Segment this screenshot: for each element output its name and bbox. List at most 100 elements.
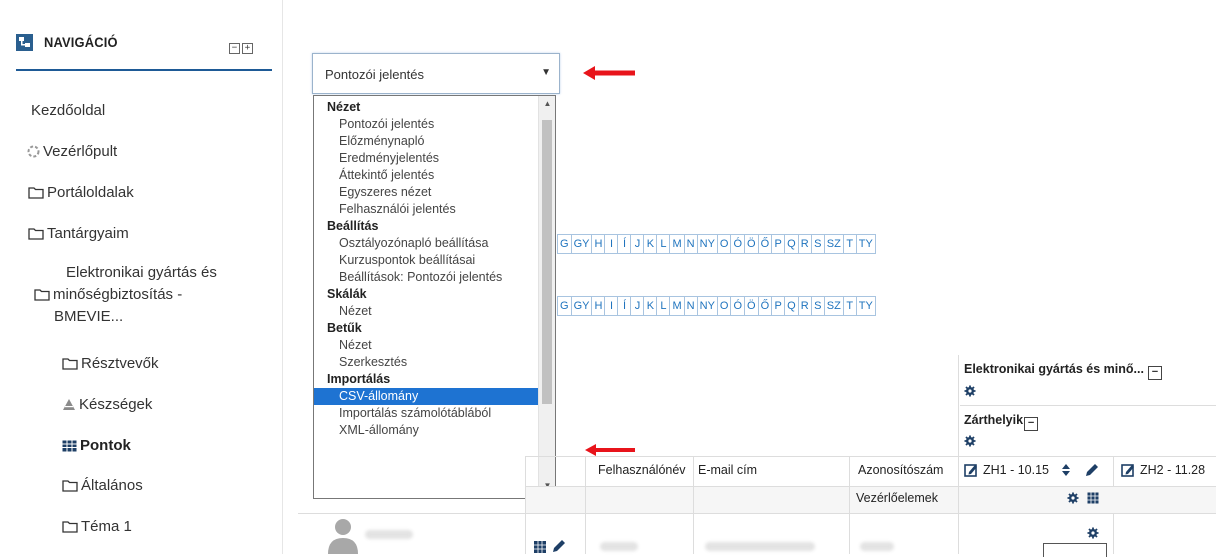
dropdown-option[interactable]: Előzménynapló [314, 133, 539, 150]
course-name-line2: minőségbiztosítás - [34, 284, 259, 306]
column-header-idnumber[interactable]: Azonosítószám [858, 463, 943, 477]
initial-filter-link[interactable]: Q [785, 296, 799, 316]
dropdown-option-selected[interactable]: CSV-állomány [314, 388, 539, 405]
initial-filter-link[interactable]: H [592, 296, 606, 316]
gear-icon[interactable] [1067, 492, 1079, 504]
sidebar-item-my-courses[interactable]: Tantárgyaim [28, 225, 129, 242]
initial-filter-link[interactable]: TY [856, 296, 876, 316]
dropdown-option[interactable]: Osztályozónapló beállítása [314, 235, 539, 252]
initial-filter-link[interactable]: G [557, 296, 572, 316]
dropdown-scrollbar[interactable]: ▲ ▼ [538, 96, 555, 498]
sidebar-item-participants[interactable]: Résztvevők [62, 355, 159, 372]
initial-filter-link[interactable]: P [772, 296, 786, 316]
dropdown-option[interactable]: Áttekintő jelentés [314, 167, 539, 184]
initial-filter-link[interactable]: GY [571, 296, 593, 316]
report-select[interactable]: Pontozói jelentés ▼ [312, 53, 560, 94]
initial-filter-link[interactable]: K [644, 296, 658, 316]
initial-filter-link[interactable]: NY [697, 234, 718, 254]
initial-filter-link[interactable]: Ő [758, 234, 773, 254]
initial-filter-link[interactable]: S [811, 234, 825, 254]
initial-filter-link[interactable]: J [631, 234, 645, 254]
initial-filter-link[interactable]: T [843, 296, 857, 316]
initial-filter-link[interactable]: Í [618, 234, 632, 254]
dropdown-option[interactable]: Felhasználói jelentés [314, 201, 539, 218]
sidebar-item-course[interactable]: Elektronikai gyártás és minőségbiztosítá… [34, 262, 259, 328]
dropdown-option[interactable]: XML-állomány [314, 422, 539, 439]
scroll-up-icon[interactable]: ▲ [539, 99, 555, 113]
grade-input[interactable] [1043, 543, 1107, 557]
initial-filter-link[interactable]: SZ [824, 296, 844, 316]
initial-filter-link[interactable]: I [605, 296, 619, 316]
initial-filter-link[interactable]: K [644, 234, 658, 254]
initial-filter-link[interactable]: L [657, 234, 671, 254]
dropdown-option[interactable]: Pontozói jelentés [314, 116, 539, 133]
dropdown-option[interactable]: Nézet [314, 303, 539, 320]
sidebar-item-general[interactable]: Általános [62, 477, 143, 494]
gear-icon[interactable] [964, 385, 976, 397]
initial-filter-link[interactable]: G [557, 234, 572, 254]
report-select-dropdown[interactable]: Nézet Pontozói jelentés Előzménynapló Eredm… [313, 95, 556, 499]
initial-filter-link[interactable]: SZ [824, 234, 844, 254]
sidebar-item-grades[interactable]: Pontok [62, 437, 131, 454]
initial-filter-link[interactable]: P [772, 234, 786, 254]
column-header-username[interactable]: Felhasználónév [598, 463, 686, 477]
sidebar-item-topic-1[interactable]: Téma 1 [62, 518, 132, 535]
sort-icon[interactable] [1061, 463, 1071, 477]
dropdown-option[interactable]: Eredményjelentés [314, 150, 539, 167]
initial-filter-link[interactable]: GY [571, 234, 593, 254]
initial-filter-link[interactable]: Ő [758, 296, 773, 316]
dropdown-option[interactable]: Importálás számolótáblából [314, 405, 539, 422]
collapse-category-button[interactable]: − [1147, 366, 1162, 380]
dropdown-option[interactable]: Kurzuspontok beállításai [314, 252, 539, 269]
initial-filter-link[interactable]: N [684, 234, 698, 254]
initial-filter-link[interactable]: O [717, 234, 732, 254]
gear-icon[interactable] [964, 435, 976, 447]
grades-table-icon[interactable] [1087, 492, 1099, 504]
initial-filter-link[interactable]: M [670, 234, 685, 254]
initial-filter-link[interactable]: O [717, 296, 732, 316]
sidebar-item-home[interactable]: Kezdőoldal [31, 102, 105, 119]
column-header-email[interactable]: E-mail cím [698, 463, 757, 477]
collapse-subcategory-button[interactable]: − [1024, 417, 1039, 431]
initial-filter-link[interactable]: R [798, 296, 812, 316]
pencil-icon[interactable] [1084, 462, 1100, 478]
gear-icon[interactable] [1087, 527, 1099, 539]
initial-filter-link[interactable]: NY [697, 296, 718, 316]
initial-filter-link[interactable]: L [657, 296, 671, 316]
dropdown-option[interactable]: Nézet [314, 337, 539, 354]
initial-filter-link[interactable]: H [592, 234, 606, 254]
column-header-zh2[interactable]: ZH2 - 11.28 [1140, 463, 1205, 477]
dropdown-option[interactable]: Egyszeres nézet [314, 184, 539, 201]
initial-filter-link[interactable]: Ö [745, 234, 759, 254]
initial-filter-link[interactable]: Q [785, 234, 799, 254]
initial-filter-link[interactable]: Ó [731, 296, 746, 316]
initial-filter-link[interactable]: R [798, 234, 812, 254]
initial-filter-link[interactable]: M [670, 296, 685, 316]
edit-grade-item-icon[interactable] [1121, 463, 1135, 477]
edit-grade-item-icon[interactable] [964, 463, 978, 477]
collapse-block-button[interactable]: − [229, 43, 240, 54]
column-header-zh1[interactable]: ZH1 - 10.15 [983, 463, 1049, 477]
initial-filter-link[interactable]: T [843, 234, 857, 254]
grades-table-icon[interactable] [533, 540, 547, 554]
initial-filter-link[interactable]: S [811, 296, 825, 316]
dropdown-optgroup: Beállítás [327, 219, 379, 233]
sidebar-item-label: Résztvevők [81, 355, 159, 372]
initial-filter-link[interactable]: I [605, 234, 619, 254]
initial-filter-link[interactable]: J [631, 296, 645, 316]
dropdown-optgroup: Nézet [327, 100, 361, 114]
sidebar-item-competencies[interactable]: Készségek [62, 396, 152, 413]
initial-filter-link[interactable]: Ó [731, 234, 746, 254]
pencil-icon[interactable] [551, 538, 567, 554]
avatar[interactable] [326, 516, 360, 554]
initial-filter-link[interactable]: TY [856, 234, 876, 254]
dock-block-button[interactable]: + [242, 43, 253, 54]
dropdown-option[interactable]: Beállítások: Pontozói jelentés [314, 269, 539, 286]
scrollbar-thumb[interactable] [542, 120, 552, 404]
initial-filter-link[interactable]: Ö [745, 296, 759, 316]
sidebar-item-dashboard[interactable]: Vezérlőpult [27, 143, 117, 160]
initial-filter-link[interactable]: N [684, 296, 698, 316]
sidebar-item-site-pages[interactable]: Portáloldalak [28, 184, 134, 201]
dropdown-option[interactable]: Szerkesztés [314, 354, 539, 371]
initial-filter-link[interactable]: Í [618, 296, 632, 316]
